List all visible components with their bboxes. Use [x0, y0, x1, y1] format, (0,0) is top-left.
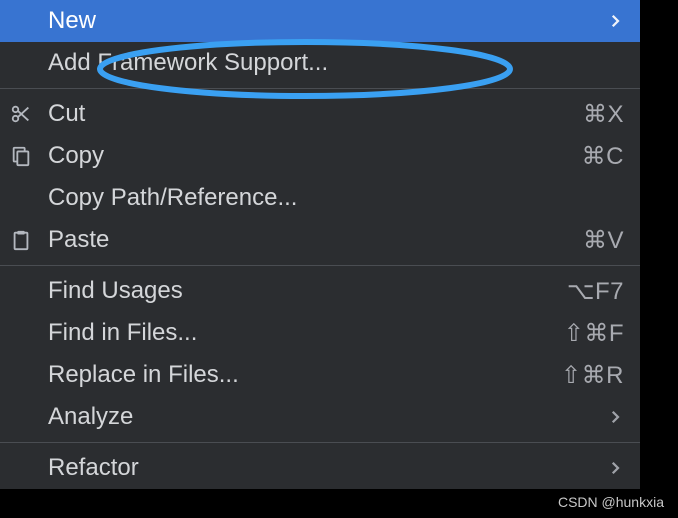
menu-item-shortcut: ⌥F7	[567, 277, 624, 306]
menu-item-label: Replace in Files...	[48, 361, 561, 389]
menu-separator	[0, 442, 640, 443]
copy-icon	[10, 145, 48, 167]
context-menu: New Add Framework Support... Cut ⌘X	[0, 0, 640, 489]
menu-item-new[interactable]: New	[0, 0, 640, 42]
menu-item-label: Add Framework Support...	[48, 49, 624, 77]
watermark: CSDN @hunkxia	[558, 494, 664, 510]
menu-item-label: Refactor	[48, 454, 606, 482]
menu-item-add-framework-support[interactable]: Add Framework Support...	[0, 42, 640, 84]
menu-item-find-in-files[interactable]: Find in Files... ⇧⌘F	[0, 312, 640, 354]
clipboard-icon	[10, 229, 48, 251]
menu-separator	[0, 265, 640, 266]
menu-item-label: Find in Files...	[48, 319, 564, 347]
menu-item-label: Copy	[48, 142, 582, 170]
menu-item-label: New	[48, 7, 606, 35]
menu-item-label: Copy Path/Reference...	[48, 184, 624, 212]
menu-item-shortcut: ⌘C	[582, 142, 624, 171]
menu-item-analyze[interactable]: Analyze	[0, 396, 640, 438]
menu-item-refactor[interactable]: Refactor	[0, 447, 640, 489]
menu-item-shortcut: ⇧⌘R	[561, 361, 624, 390]
menu-item-label: Cut	[48, 100, 583, 128]
menu-item-replace-in-files[interactable]: Replace in Files... ⇧⌘R	[0, 354, 640, 396]
chevron-right-icon	[606, 12, 624, 30]
menu-item-shortcut: ⌘X	[583, 100, 624, 129]
scissors-icon	[10, 103, 48, 125]
chevron-right-icon	[606, 408, 624, 426]
menu-item-paste[interactable]: Paste ⌘V	[0, 219, 640, 261]
menu-item-label: Find Usages	[48, 277, 567, 305]
menu-item-cut[interactable]: Cut ⌘X	[0, 93, 640, 135]
menu-item-shortcut: ⌘V	[583, 226, 624, 255]
menu-item-label: Paste	[48, 226, 583, 254]
chevron-right-icon	[606, 459, 624, 477]
menu-separator	[0, 88, 640, 89]
menu-item-copy-path-reference[interactable]: Copy Path/Reference...	[0, 177, 640, 219]
menu-item-label: Analyze	[48, 403, 606, 431]
menu-item-copy[interactable]: Copy ⌘C	[0, 135, 640, 177]
menu-item-find-usages[interactable]: Find Usages ⌥F7	[0, 270, 640, 312]
menu-item-shortcut: ⇧⌘F	[564, 319, 624, 348]
